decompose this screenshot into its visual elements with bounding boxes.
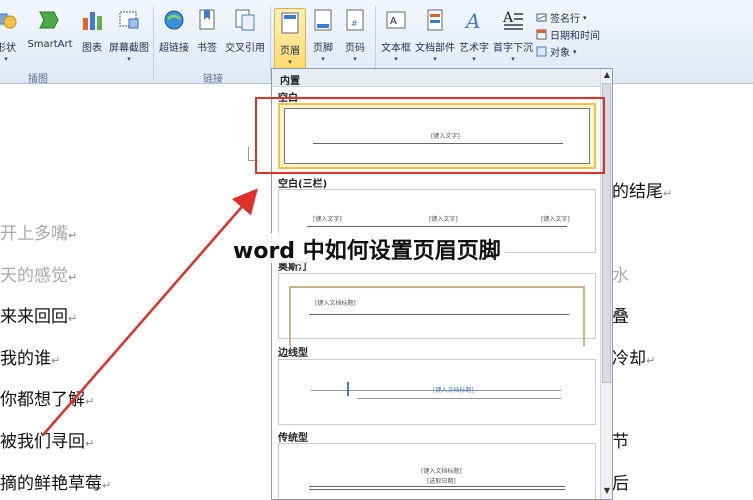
caption-title: word 中如何设置页眉页脚 [229, 233, 505, 264]
